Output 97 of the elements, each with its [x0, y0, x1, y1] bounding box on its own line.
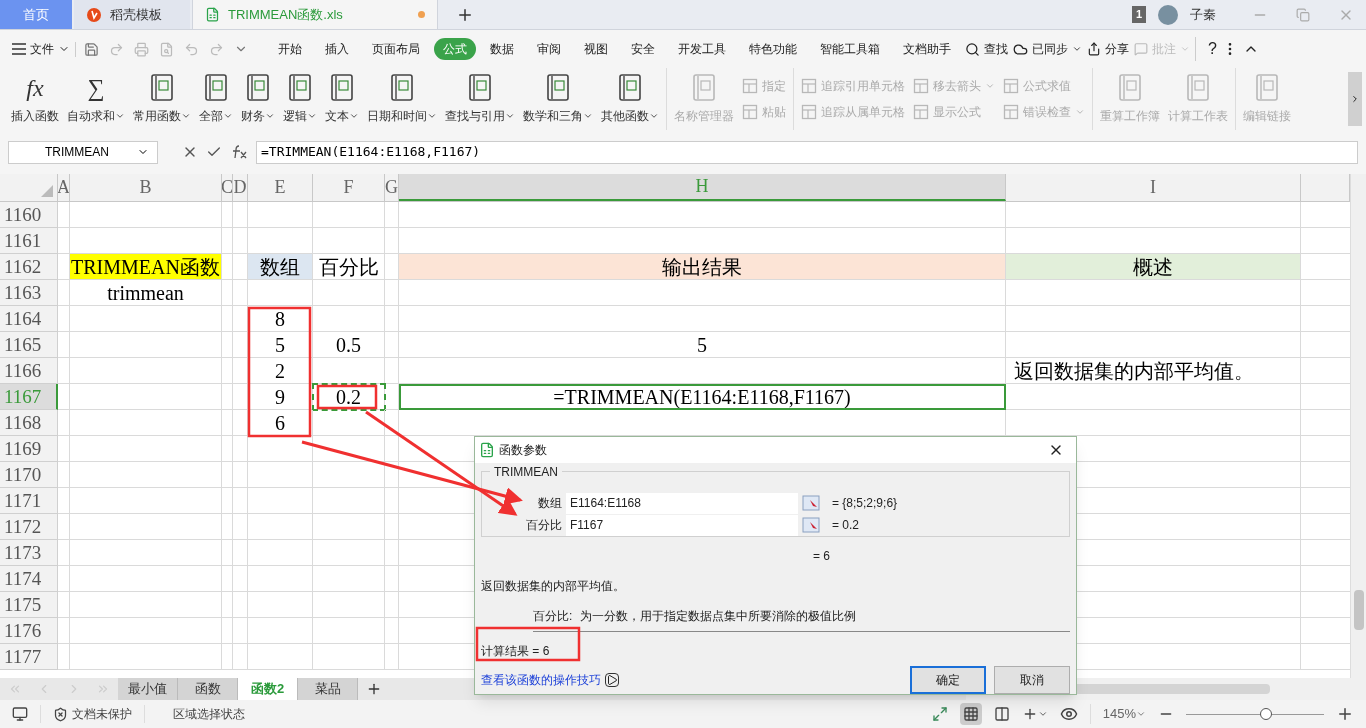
ribbon-button[interactable]: 财务 [237, 68, 279, 130]
zoom-level[interactable]: 145% [1102, 704, 1136, 724]
table-cell: 6 [248, 410, 313, 436]
row-header[interactable]: 1174 [0, 566, 58, 592]
sync-button[interactable]: 已同步 [1013, 40, 1082, 58]
protection-status[interactable]: 文档未保护 [72, 705, 132, 723]
user-name[interactable]: 子秦 [1190, 4, 1216, 25]
sheet-tab[interactable]: 函数 [178, 678, 238, 700]
column-header[interactable]: F [313, 174, 385, 201]
menu-tab[interactable]: 页面布局 [363, 38, 429, 60]
formula-result: = 6 [813, 548, 831, 565]
table-cell: 8 [248, 306, 313, 332]
table-cell: 5 [248, 332, 313, 358]
menu-tab[interactable]: 开始 [269, 38, 311, 60]
argument-label: 百分比 [525, 517, 563, 534]
ribbon-button[interactable]: 其他函数 [597, 68, 663, 130]
ribbon-button[interactable]: 逻辑 [279, 68, 321, 130]
search-button[interactable]: 查找 [965, 40, 1008, 58]
menu-tab[interactable]: 审阅 [528, 38, 570, 60]
argument-field[interactable]: E1164:E1168 [566, 492, 798, 514]
table-cell: 数组 [248, 254, 313, 280]
ribbon-button[interactable]: 日期和时间 [363, 68, 441, 130]
computed-result: 计算结果 = 6 [481, 643, 551, 660]
row-header[interactable]: 1171 [0, 488, 58, 514]
ribbon-button[interactable]: 常用函数 [129, 68, 195, 130]
ribbon-button[interactable]: 查找与引用 [441, 68, 519, 130]
table-cell: 输出结果 [399, 254, 1006, 280]
dialog-title: 函数参数 [499, 442, 547, 459]
row-header[interactable]: 1166 [0, 358, 58, 384]
column-header[interactable]: E [248, 174, 313, 201]
column-header[interactable]: D [233, 174, 248, 201]
row-header[interactable]: 1162 [0, 254, 58, 280]
row-header[interactable]: 1175 [0, 592, 58, 618]
argument-result: = 0.2 [832, 517, 860, 534]
sheet-tab[interactable]: 最小值 [118, 678, 178, 700]
row-header[interactable]: 1168 [0, 410, 58, 436]
table-cell: 0.2 [313, 384, 385, 410]
menu-tab[interactable]: 视图 [575, 38, 617, 60]
table-cell: 概述 [1006, 254, 1301, 280]
ribbon-button[interactable]: 全部 [195, 68, 237, 130]
selection-mode: 区域选择状态 [144, 705, 245, 723]
document-tab[interactable]: TRIMMEAN函数.xls [192, 0, 438, 29]
formula-field[interactable]: =TRIMMEAN(E1164:E1168,F1167) [256, 140, 1358, 164]
row-header[interactable]: 1173 [0, 540, 58, 566]
share-button[interactable]: 分享 [1087, 40, 1129, 58]
table-cell: 返回数据集的内部平均值。 [1006, 358, 1301, 384]
name-box[interactable]: TRIMMEAN [8, 140, 158, 164]
window-count-badge[interactable]: 1 [1131, 6, 1146, 23]
table-cell: =TRIMMEAN(E1164:E1168,F1167) [399, 384, 1006, 410]
sheet-tab[interactable]: 函数2 [238, 678, 298, 700]
dialog-button[interactable]: 取消 [994, 666, 1070, 694]
ribbon-button[interactable]: ∑ 自动求和 [63, 68, 129, 130]
row-header[interactable]: 1160 [0, 202, 58, 228]
parameter-name: 百分比: [533, 608, 573, 625]
table-cell: 百分比 [313, 254, 385, 280]
menu-tab[interactable]: 文档助手 [894, 38, 960, 60]
document-tab[interactable]: 稻壳模板 [74, 0, 190, 29]
ribbon-button[interactable]: 数学和三角 [519, 68, 597, 130]
menu-tab[interactable]: 数据 [481, 38, 523, 60]
function-description: 返回数据集的内部平均值。 [481, 578, 626, 595]
table-cell: 0.5 [313, 332, 385, 358]
column-header[interactable]: C [222, 174, 233, 201]
dialog-button[interactable]: 确定 [910, 666, 986, 694]
menu-tab[interactable]: 插入 [316, 38, 358, 60]
row-header[interactable]: 1161 [0, 228, 58, 254]
column-header[interactable]: A [58, 174, 70, 201]
row-header[interactable]: 1170 [0, 462, 58, 488]
column-header[interactable]: B [70, 174, 222, 201]
help-button[interactable]: ? [1195, 37, 1217, 61]
row-header[interactable]: 1176 [0, 618, 58, 644]
argument-label: 数组 [537, 495, 563, 512]
function-glyph: ∑ [87, 74, 105, 103]
function-glyph: fx [26, 74, 44, 103]
table-cell: 9 [248, 384, 313, 410]
menu-tab[interactable]: 安全 [622, 38, 664, 60]
ribbon-button[interactable]: 文本 [321, 68, 363, 130]
row-header[interactable]: 1163 [0, 280, 58, 306]
table-cell: 2 [248, 358, 313, 384]
column-header[interactable]: I [1006, 174, 1301, 201]
menu-tab[interactable]: 开发工具 [669, 38, 735, 60]
row-header[interactable]: 1169 [0, 436, 58, 462]
argument-result: = {8;5;2;9;6} [832, 495, 898, 512]
table-cell: trimmean [70, 280, 222, 306]
menu-tab[interactable]: 智能工具箱 [811, 38, 889, 60]
sheet-tab[interactable]: 菜品 [298, 678, 358, 700]
table-cell: 5 [399, 332, 1006, 358]
row-header[interactable]: 1172 [0, 514, 58, 540]
table-cell: TRIMMEAN函数 [70, 254, 222, 280]
row-header[interactable]: 1164 [0, 306, 58, 332]
parameter-help: 为一分数，用于指定数据点集中所要消除的极值比例 [580, 608, 857, 625]
row-header[interactable]: 1177 [0, 644, 58, 670]
menu-tab[interactable]: 特色功能 [740, 38, 806, 60]
ribbon-button[interactable]: fx 插入函数 [7, 68, 63, 130]
file-menu[interactable]: 文件 [12, 40, 70, 58]
row-header[interactable]: 1165 [0, 332, 58, 358]
argument-field[interactable]: F1167 [566, 514, 798, 536]
help-link[interactable]: 查看该函数的操作技巧 [481, 671, 601, 689]
